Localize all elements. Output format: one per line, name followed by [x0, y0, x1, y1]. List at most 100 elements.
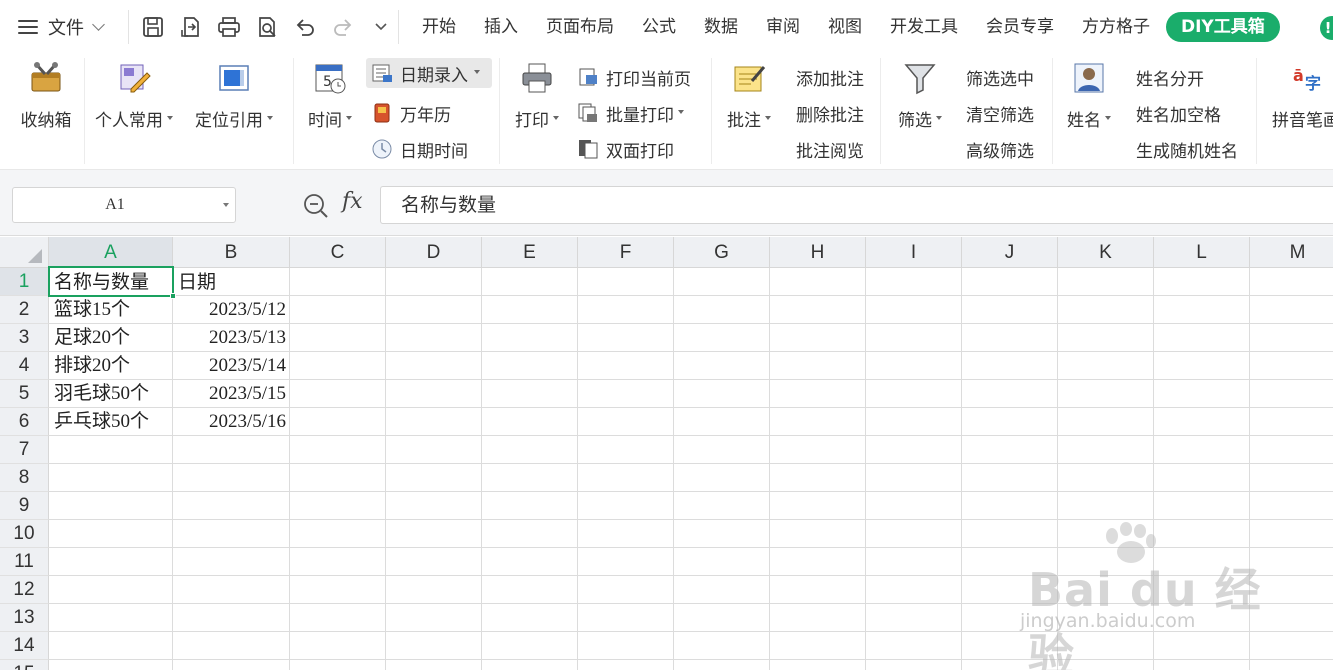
redo-icon[interactable] — [324, 12, 362, 42]
name-add-space-button[interactable]: 姓名加空格 — [1136, 98, 1221, 128]
row-header-7[interactable]: 7 — [0, 436, 49, 464]
row-header-10[interactable]: 10 — [0, 520, 49, 548]
undo-icon[interactable] — [286, 12, 324, 42]
batch-print-button[interactable]: 批量打印 — [576, 98, 684, 128]
pinyin-stroke-button[interactable]: ā字 拼音笔画 — [1268, 60, 1333, 140]
row-header-5[interactable]: 5 — [0, 380, 49, 408]
row-gridline — [49, 631, 1333, 632]
row-header-12[interactable]: 12 — [0, 576, 49, 604]
filter-selected-button[interactable]: 筛选选中 — [966, 62, 1034, 92]
cell-b3[interactable]: 2023/5/13 — [173, 324, 290, 352]
column-header-l[interactable]: L — [1154, 237, 1250, 268]
add-comment-button[interactable]: 添加批注 — [796, 62, 864, 92]
pinyin-label: 拼音笔画 — [1272, 111, 1333, 131]
print-preview-icon[interactable] — [248, 12, 286, 42]
row-header-2[interactable]: 2 — [0, 296, 49, 324]
clear-filter-button[interactable]: 清空筛选 — [966, 98, 1034, 128]
row-header-13[interactable]: 13 — [0, 604, 49, 632]
row-header-4[interactable]: 4 — [0, 352, 49, 380]
tab-page-layout[interactable]: 页面布局 — [532, 10, 628, 44]
export-icon[interactable] — [172, 12, 210, 42]
column-header-d[interactable]: D — [386, 237, 482, 268]
print-icon[interactable] — [210, 12, 248, 42]
row-gridline — [49, 463, 1333, 464]
formula-input[interactable]: 名称与数量 — [380, 186, 1333, 224]
locate-reference-button[interactable]: 定位引用 — [190, 60, 278, 140]
customize-icon[interactable] — [362, 12, 400, 42]
tab-review[interactable]: 审阅 — [752, 10, 814, 44]
duplex-print-button[interactable]: 双面打印 — [576, 134, 674, 164]
personal-button[interactable]: 个人常用 — [90, 60, 178, 140]
caret-down-icon — [167, 115, 173, 120]
tab-fangfang[interactable]: 方方格子 — [1068, 10, 1164, 44]
tab-developer[interactable]: 开发工具 — [876, 10, 972, 44]
column-gridline — [673, 268, 674, 670]
cell-b1[interactable]: 日期 — [173, 268, 290, 296]
read-comment-button[interactable]: 批注阅览 — [796, 134, 864, 164]
column-gridline — [1153, 268, 1154, 670]
print-current-page-button[interactable]: 打印当前页 — [576, 62, 691, 92]
column-header-f[interactable]: F — [578, 237, 674, 268]
delete-comment-button[interactable]: 删除批注 — [796, 98, 864, 128]
row-header-11[interactable]: 11 — [0, 548, 49, 576]
save-icon[interactable] — [134, 12, 172, 42]
cell-a5[interactable]: 羽毛球50个 — [49, 380, 173, 408]
column-header-i[interactable]: I — [866, 237, 962, 268]
name-button[interactable]: 姓名 — [1060, 60, 1118, 140]
random-name-button[interactable]: 生成随机姓名 — [1136, 134, 1238, 164]
row-header-1[interactable]: 1 — [0, 268, 49, 296]
row-header-14[interactable]: 14 — [0, 632, 49, 660]
print-button[interactable]: 打印 — [508, 60, 566, 140]
advanced-filter-button[interactable]: 高级筛选 — [966, 134, 1034, 164]
time-button[interactable]: 5 时间 — [302, 60, 358, 140]
comment-button[interactable]: 批注 — [720, 60, 778, 140]
caret-down-icon — [678, 110, 684, 114]
tab-diy-toolbox[interactable]: DIY工具箱 — [1166, 12, 1280, 42]
row-header-9[interactable]: 9 — [0, 492, 49, 520]
date-entry-button[interactable]: 日期录入 — [366, 58, 492, 88]
cell-b2[interactable]: 2023/5/12 — [173, 296, 290, 324]
cell-a6[interactable]: 乒乓球50个 — [49, 408, 173, 436]
datetime-button[interactable]: 日期时间 — [370, 134, 468, 164]
perpetual-calendar-button[interactable]: 万年历 — [370, 98, 451, 128]
tab-view[interactable]: 视图 — [814, 10, 876, 44]
cell-a3[interactable]: 足球20个 — [49, 324, 173, 352]
column-header-g[interactable]: G — [674, 237, 770, 268]
column-header-m[interactable]: M — [1250, 237, 1333, 268]
name-box[interactable]: A1 — [12, 187, 236, 223]
select-all-corner[interactable] — [0, 237, 49, 268]
tab-insert[interactable]: 插入 — [470, 10, 532, 44]
svg-text:5: 5 — [323, 74, 332, 90]
cell-b6[interactable]: 2023/5/16 — [173, 408, 290, 436]
column-header-a[interactable]: A — [49, 237, 173, 268]
cell-b5[interactable]: 2023/5/15 — [173, 380, 290, 408]
zoom-out-icon[interactable] — [302, 192, 330, 220]
row-header-8[interactable]: 8 — [0, 464, 49, 492]
row-header-3[interactable]: 3 — [0, 324, 49, 352]
column-header-e[interactable]: E — [482, 237, 578, 268]
tab-data[interactable]: 数据 — [690, 10, 752, 44]
column-header-c[interactable]: C — [290, 237, 386, 268]
column-header-k[interactable]: K — [1058, 237, 1154, 268]
cell-a4[interactable]: 排球20个 — [49, 352, 173, 380]
column-header-h[interactable]: H — [770, 237, 866, 268]
tab-formulas[interactable]: 公式 — [628, 10, 690, 44]
datetime-label: 日期时间 — [400, 141, 468, 162]
fx-button[interactable]: fx — [342, 189, 363, 214]
cell-a1[interactable]: 名称与数量 — [49, 268, 173, 296]
tab-start[interactable]: 开始 — [408, 10, 470, 44]
cell-b4[interactable]: 2023/5/14 — [173, 352, 290, 380]
split-name-button[interactable]: 姓名分开 — [1136, 62, 1204, 92]
batch-print-label: 批量打印 — [606, 105, 674, 126]
cell-a2[interactable]: 篮球15个 — [49, 296, 173, 324]
file-menu[interactable]: 文件 — [18, 12, 105, 42]
row-header-15[interactable]: 15 — [0, 660, 49, 670]
column-header-b[interactable]: B — [173, 237, 290, 268]
tab-membership[interactable]: 会员专享 — [972, 10, 1068, 44]
collect-box-button[interactable]: 收纳箱 — [16, 60, 76, 140]
overflow-indicator[interactable]: ! — [1320, 16, 1333, 40]
column-header-j[interactable]: J — [962, 237, 1058, 268]
fill-handle[interactable] — [170, 293, 176, 299]
filter-button[interactable]: 筛选 — [890, 60, 950, 140]
row-header-6[interactable]: 6 — [0, 408, 49, 436]
